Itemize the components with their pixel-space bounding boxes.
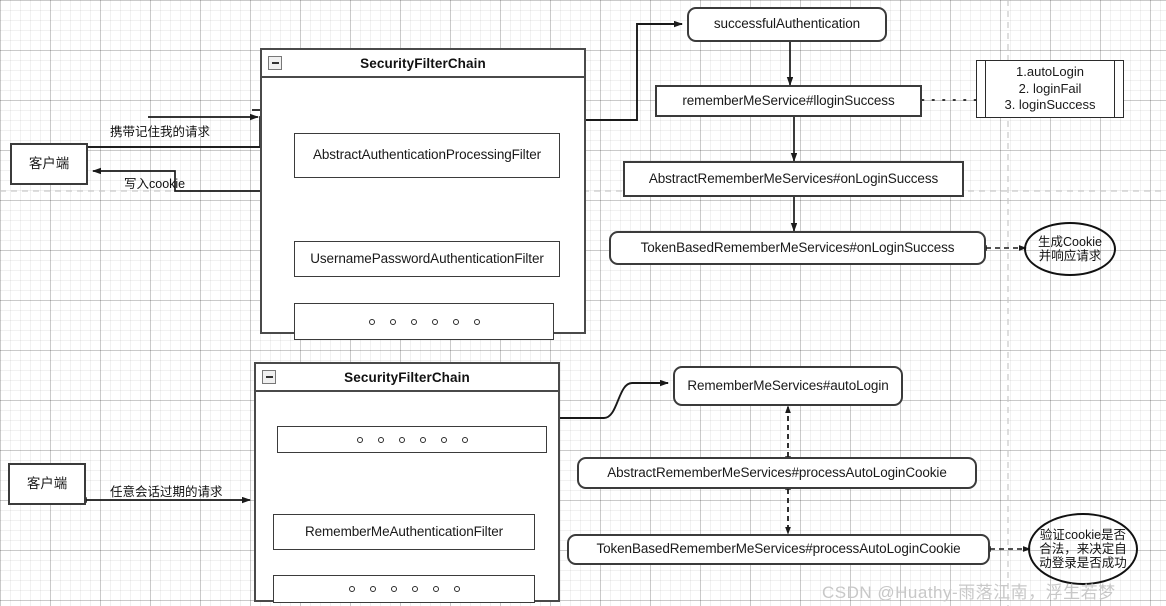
chain-title-bottom: SecurityFilterChain bbox=[344, 369, 470, 385]
step-label: AbstractRememberMeServices#processAutoLo… bbox=[607, 464, 947, 480]
filter-rememberme-authentication[interactable]: RememberMeAuthenticationFilter bbox=[273, 514, 535, 550]
security-filter-chain-top[interactable]: SecurityFilterChain AbstractAuthenticati… bbox=[260, 48, 586, 340]
security-filter-chain-bottom[interactable]: SecurityFilterChain RememberMeAuthentica… bbox=[254, 362, 560, 603]
step-remembermeservices-autologin[interactable]: RememberMeServices#autoLogin bbox=[673, 366, 903, 406]
step-tokenbased-remembermeservices-processautologincookie[interactable]: TokenBasedRememberMeServices#processAuto… bbox=[567, 534, 990, 565]
client-box-top[interactable]: 客户端 bbox=[10, 143, 88, 185]
step-tokenbased-remembermeservices-onloginsuccess[interactable]: TokenBasedRememberMeServices#onLoginSucc… bbox=[609, 231, 986, 265]
chain-header-top: SecurityFilterChain bbox=[262, 50, 584, 78]
ellipsis-dots bbox=[368, 318, 480, 325]
note-line: 2. loginFail bbox=[1018, 80, 1082, 96]
note-line: 3. loginSuccess bbox=[1004, 97, 1096, 113]
step-successful-authentication[interactable]: successfulAuthentication bbox=[687, 7, 887, 42]
step-abstract-remembermeservices-processautologincookie[interactable]: AbstractRememberMeServices#processAutoLo… bbox=[577, 457, 977, 489]
client-box-bottom[interactable]: 客户端 bbox=[8, 463, 86, 505]
step-label: TokenBasedRememberMeServices#processAuto… bbox=[596, 541, 961, 557]
filter-abstract-authentication-processing[interactable]: AbstractAuthenticationProcessingFilter bbox=[294, 133, 560, 178]
filter-ellipsis-bottom-top[interactable] bbox=[277, 426, 547, 453]
note-login-steps-list: 1.autoLogin 2. loginFail 3. loginSuccess bbox=[976, 60, 1124, 118]
step-label: AbstractRememberMeServices#onLoginSucces… bbox=[648, 170, 939, 186]
filter-label: AbstractAuthenticationProcessingFilter bbox=[312, 147, 542, 163]
note-line: 合法，来决定自 bbox=[1039, 542, 1127, 556]
chain-body-top: AbstractAuthenticationProcessingFilter U… bbox=[262, 78, 584, 340]
note-line: 动登录是否成功 bbox=[1039, 556, 1127, 570]
filter-label: UsernamePasswordAuthenticationFilter bbox=[310, 250, 544, 266]
step-label: rememberMeService#lloginSuccess bbox=[682, 92, 895, 108]
note-generate-cookie: 生成Cookie 并响应请求 bbox=[1024, 222, 1116, 276]
step-label: TokenBasedRememberMeServices#onLoginSucc… bbox=[640, 239, 955, 255]
step-label: successfulAuthentication bbox=[713, 16, 861, 32]
chain-title-top: SecurityFilterChain bbox=[360, 55, 486, 71]
note-line: 1.autoLogin bbox=[1016, 64, 1084, 80]
collapse-minus-icon[interactable] bbox=[268, 56, 282, 70]
ellipsis-dots bbox=[348, 586, 460, 592]
watermark: CSDN @Huathy-雨落江南，浮生若梦 bbox=[822, 583, 1116, 602]
note-line: 生成Cookie bbox=[1038, 235, 1102, 249]
client-label-top: 客户端 bbox=[28, 155, 70, 171]
chain-header-bottom: SecurityFilterChain bbox=[256, 364, 558, 392]
edge-chain-to-autologin bbox=[560, 379, 669, 419]
step-abstract-remembermeservices-onloginsuccess[interactable]: AbstractRememberMeServices#onLoginSucces… bbox=[623, 161, 964, 197]
note-line: 并响应请求 bbox=[1038, 249, 1102, 263]
filter-label: RememberMeAuthenticationFilter bbox=[304, 523, 504, 539]
note-line: 验证cookie是否 bbox=[1039, 528, 1127, 542]
filter-username-password-authentication[interactable]: UsernamePasswordAuthenticationFilter bbox=[294, 241, 560, 277]
step-remembermeservice-loginsuccess[interactable]: rememberMeService#lloginSuccess bbox=[655, 85, 922, 117]
step-label: RememberMeServices#autoLogin bbox=[687, 377, 889, 393]
edge-label-request-top: 携带记住我的请求 bbox=[110, 125, 211, 139]
chain-body-bottom: RememberMeAuthenticationFilter bbox=[256, 392, 558, 603]
collapse-minus-icon[interactable] bbox=[262, 370, 276, 384]
diagram-canvas: 客户端 携带记住我的请求 写入cookie SecurityFilterChai… bbox=[0, 0, 1166, 606]
filter-ellipsis-top[interactable] bbox=[294, 303, 554, 340]
edge-label-writecookie-top: 写入cookie bbox=[124, 177, 186, 191]
note-validate-cookie: 验证cookie是否 合法，来决定自 动登录是否成功 bbox=[1028, 513, 1138, 585]
edge-label-session-expired: 任意会话过期的请求 bbox=[110, 485, 223, 499]
filter-ellipsis-bottom-bottom[interactable] bbox=[273, 575, 535, 603]
client-label-bottom: 客户端 bbox=[26, 475, 68, 491]
ellipsis-dots bbox=[356, 436, 468, 443]
